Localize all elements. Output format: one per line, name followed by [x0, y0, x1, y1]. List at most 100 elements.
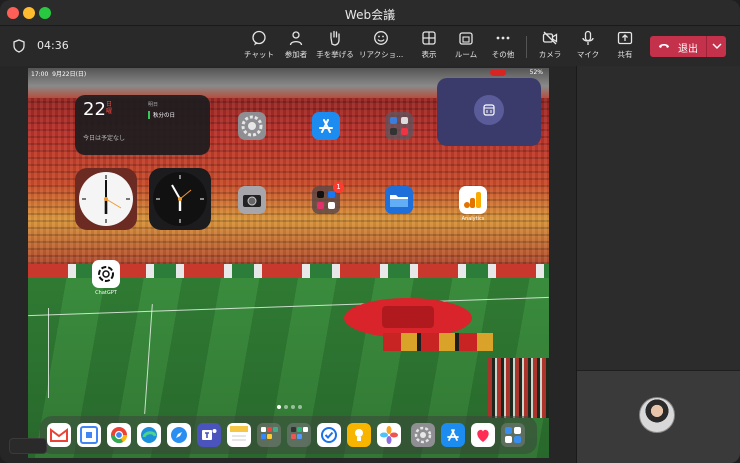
ipad-battery: 52% — [529, 69, 543, 76]
clock-widget-dark[interactable] — [149, 168, 211, 230]
share-label: 共有 — [617, 50, 633, 59]
calendar-grid-icon — [483, 104, 495, 116]
app-label-analytics: Analytics — [461, 216, 485, 222]
more-icon — [496, 36, 510, 40]
dock-photos[interactable] — [377, 423, 401, 447]
more-label: その他 — [491, 50, 515, 59]
leave-options-button[interactable] — [706, 36, 726, 57]
ipad-status-bar: 17:00 9月22日(日) 52% — [28, 68, 549, 78]
calendar-next-header: 明日 — [148, 102, 159, 108]
players-line — [488, 358, 549, 418]
settings-icon — [414, 426, 432, 444]
folder-icon — [261, 427, 278, 439]
reaction-icon — [374, 31, 388, 45]
settings-icon — [241, 115, 263, 137]
reactions-label: リアクショ... — [359, 50, 403, 59]
dock-keep[interactable] — [347, 423, 371, 447]
ipad-time: 17:00 — [31, 71, 49, 78]
calendar-widget[interactable]: 22 日曜 明日 秋分の日 今日は予定なし — [75, 95, 210, 155]
participants-label: 参加者 — [284, 50, 308, 59]
dock-folder-2[interactable] — [287, 423, 311, 447]
dock-app-store[interactable] — [441, 423, 465, 447]
app-settings[interactable] — [238, 112, 266, 140]
camera-off-icon — [542, 31, 558, 45]
analog-clock-icon — [153, 172, 207, 226]
app-camera[interactable] — [238, 186, 266, 214]
dock-tasks[interactable] — [317, 423, 341, 447]
calendar-no-events: 今日は予定なし — [83, 135, 126, 142]
dock-health[interactable] — [471, 423, 495, 447]
app-files[interactable] — [385, 186, 413, 214]
dock-folder-1[interactable] — [257, 423, 281, 447]
ipad-date: 9月22日(日) — [52, 71, 87, 78]
dock-calendar[interactable] — [77, 423, 101, 447]
participants-button[interactable]: 参加者 — [274, 30, 318, 64]
raise-hand-label: 手を挙げる — [316, 50, 354, 59]
leave-button[interactable]: 退出 — [650, 36, 706, 57]
dock-app-library[interactable] — [501, 423, 525, 447]
keep-icon — [355, 429, 363, 441]
app-chatgpt[interactable]: ChatGPT — [92, 260, 120, 296]
dock-notes[interactable] — [227, 423, 251, 447]
page-indicator[interactable] — [277, 394, 307, 409]
gmail-icon — [50, 428, 68, 442]
camera-icon — [243, 195, 261, 207]
safari-icon — [171, 427, 187, 443]
tasks-icon — [321, 427, 337, 443]
dock-edge[interactable] — [137, 423, 161, 447]
photos-icon — [380, 426, 398, 444]
dock-chrome[interactable] — [107, 423, 131, 447]
phone-hangup-icon — [659, 44, 669, 48]
notification-badge: 1 — [333, 182, 344, 193]
app-app-store[interactable] — [312, 112, 340, 140]
app-label-chatgpt: ChatGPT — [95, 290, 117, 296]
center-banner — [344, 298, 472, 338]
recording-indicator — [490, 69, 506, 76]
analog-clock-icon — [79, 172, 133, 226]
files-icon — [390, 195, 408, 207]
chat-icon — [252, 30, 266, 46]
dock-safari[interactable] — [167, 423, 191, 447]
app-library-icon — [505, 427, 521, 443]
ipad-dock — [40, 416, 537, 454]
dock-gmail[interactable] — [47, 423, 71, 447]
reactions-button[interactable]: リアクショ... — [359, 30, 403, 64]
share-button[interactable]: 共有 — [603, 30, 647, 64]
toolbar-divider — [526, 36, 527, 58]
title-bar: Web会議 — [0, 0, 740, 26]
health-icon — [477, 429, 489, 442]
edge-icon — [141, 427, 157, 443]
app-folder-cards[interactable] — [385, 112, 413, 140]
screen-share-controls[interactable] — [9, 438, 47, 454]
app-folder-sns[interactable]: 1 — [312, 182, 344, 214]
people-icon — [289, 31, 303, 46]
raise-hand-button[interactable]: 手を挙げる — [313, 30, 357, 64]
layout-icon — [422, 31, 436, 45]
camera-widget[interactable] — [437, 78, 541, 146]
club-logo — [382, 306, 434, 328]
pitch-line — [48, 308, 49, 398]
chrome-icon — [110, 427, 128, 444]
page-dot — [284, 405, 288, 409]
notes-icon — [230, 426, 248, 441]
calendar-day: 22 — [83, 99, 106, 120]
dock-settings[interactable] — [411, 423, 435, 447]
raise-hand-icon — [330, 30, 340, 46]
calendar-weekday: 日曜 — [106, 101, 113, 115]
app-store-icon — [319, 119, 333, 133]
clock-widget-tokyo[interactable] — [75, 168, 137, 230]
dock-teams[interactable] — [197, 423, 221, 447]
page-dot — [298, 405, 302, 409]
app-analytics[interactable]: Analytics — [459, 186, 487, 222]
page-dot — [277, 405, 281, 409]
folder-icon — [390, 117, 408, 135]
analytics-icon — [464, 192, 481, 208]
calendar-icon — [80, 426, 98, 444]
folder-icon — [291, 427, 308, 439]
shared-ipad-screen[interactable]: 17:00 9月22日(日) 52% 22 日曜 明日 秋分の日 今日は予定なし — [28, 68, 549, 458]
avatar[interactable] — [639, 397, 675, 433]
leave-label: 退出 — [678, 44, 698, 55]
more-button[interactable]: その他 — [481, 30, 525, 64]
app-window: Web会議 04:36 チャット 参加者 手を挙げる リアクショ... 表示 ル… — [0, 0, 740, 463]
shield-icon[interactable] — [13, 39, 25, 53]
